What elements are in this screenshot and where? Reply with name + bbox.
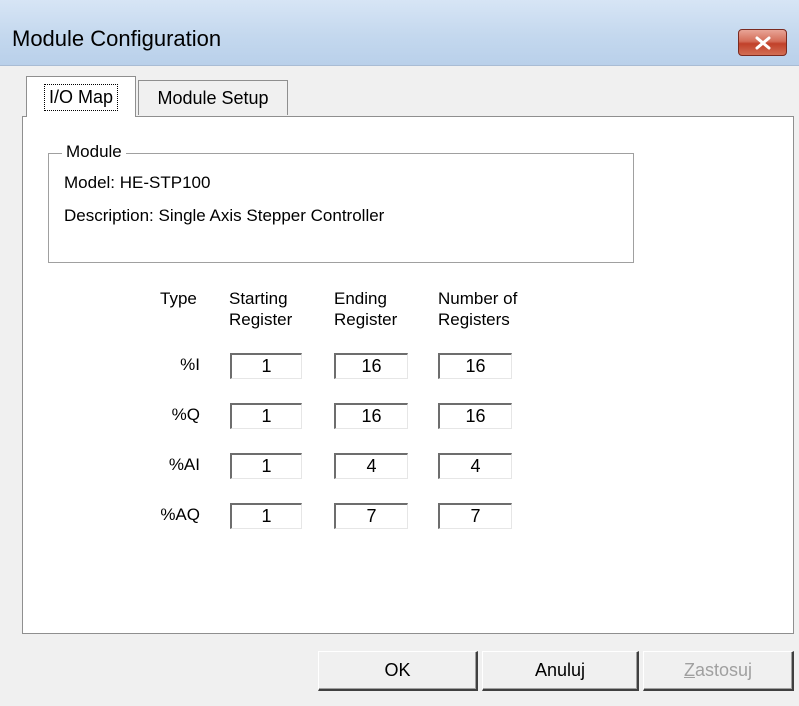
header-ending-register: Ending Register <box>334 288 397 330</box>
groupbox-legend: Module <box>62 142 126 162</box>
apply-label-rest: astosuj <box>694 660 753 680</box>
row-type-label: %Q <box>171 405 200 424</box>
cancel-button-label: Anuluj <box>534 660 586 680</box>
row-type-label: %AI <box>168 455 200 474</box>
tab-module-setup[interactable]: Module Setup <box>138 80 288 115</box>
ok-button[interactable]: OK <box>318 651 478 691</box>
model-row: Model: HE-STP100 <box>64 173 210 193</box>
row-type-label: %AQ <box>160 505 200 524</box>
count-register-field: 16 <box>438 403 512 429</box>
description-label: Description: <box>64 206 154 225</box>
header-line: Starting <box>229 289 288 308</box>
header-line: Ending <box>334 289 387 308</box>
start-register-field: 1 <box>230 353 302 379</box>
tab-label: Module Setup <box>157 87 269 108</box>
count-register-field: 4 <box>438 453 512 479</box>
model-value: HE-STP100 <box>119 173 211 192</box>
header-starting-register: Starting Register <box>229 288 292 330</box>
cancel-button[interactable]: Anuluj <box>482 651 639 691</box>
apply-button[interactable]: Zastosuj <box>643 651 794 691</box>
end-register-field: 16 <box>334 403 408 429</box>
ok-button-label: OK <box>384 660 411 680</box>
title-bar[interactable]: Module Configuration <box>0 0 799 66</box>
header-type: Type <box>160 289 197 308</box>
start-register-field: 1 <box>230 453 302 479</box>
end-register-field: 16 <box>334 353 408 379</box>
header-line: Register <box>334 310 398 329</box>
count-register-field: 16 <box>438 353 512 379</box>
tab-label: I/O Map <box>43 83 119 111</box>
close-button[interactable] <box>738 29 787 56</box>
header-number-of-registers: Number of Registers <box>438 288 517 330</box>
end-register-field: 4 <box>334 453 408 479</box>
start-register-field: 1 <box>230 503 302 529</box>
model-label: Model: <box>64 173 116 192</box>
count-register-field: 7 <box>438 503 512 529</box>
tab-io-map[interactable]: I/O Map <box>26 76 136 117</box>
apply-accelerator: Z <box>683 660 695 680</box>
row-type-label: %I <box>180 355 200 374</box>
start-register-field: 1 <box>230 403 302 429</box>
window-title: Module Configuration <box>12 26 222 51</box>
end-register-field: 7 <box>334 503 408 529</box>
header-line: Register <box>229 310 293 329</box>
description-value: Single Axis Stepper Controller <box>158 206 385 225</box>
header-line: Number of <box>438 289 518 308</box>
apply-button-label: Zastosuj <box>684 660 752 681</box>
header-line: Registers <box>438 310 510 329</box>
description-row: Description: Single Axis Stepper Control… <box>64 206 384 226</box>
close-icon <box>755 36 770 49</box>
